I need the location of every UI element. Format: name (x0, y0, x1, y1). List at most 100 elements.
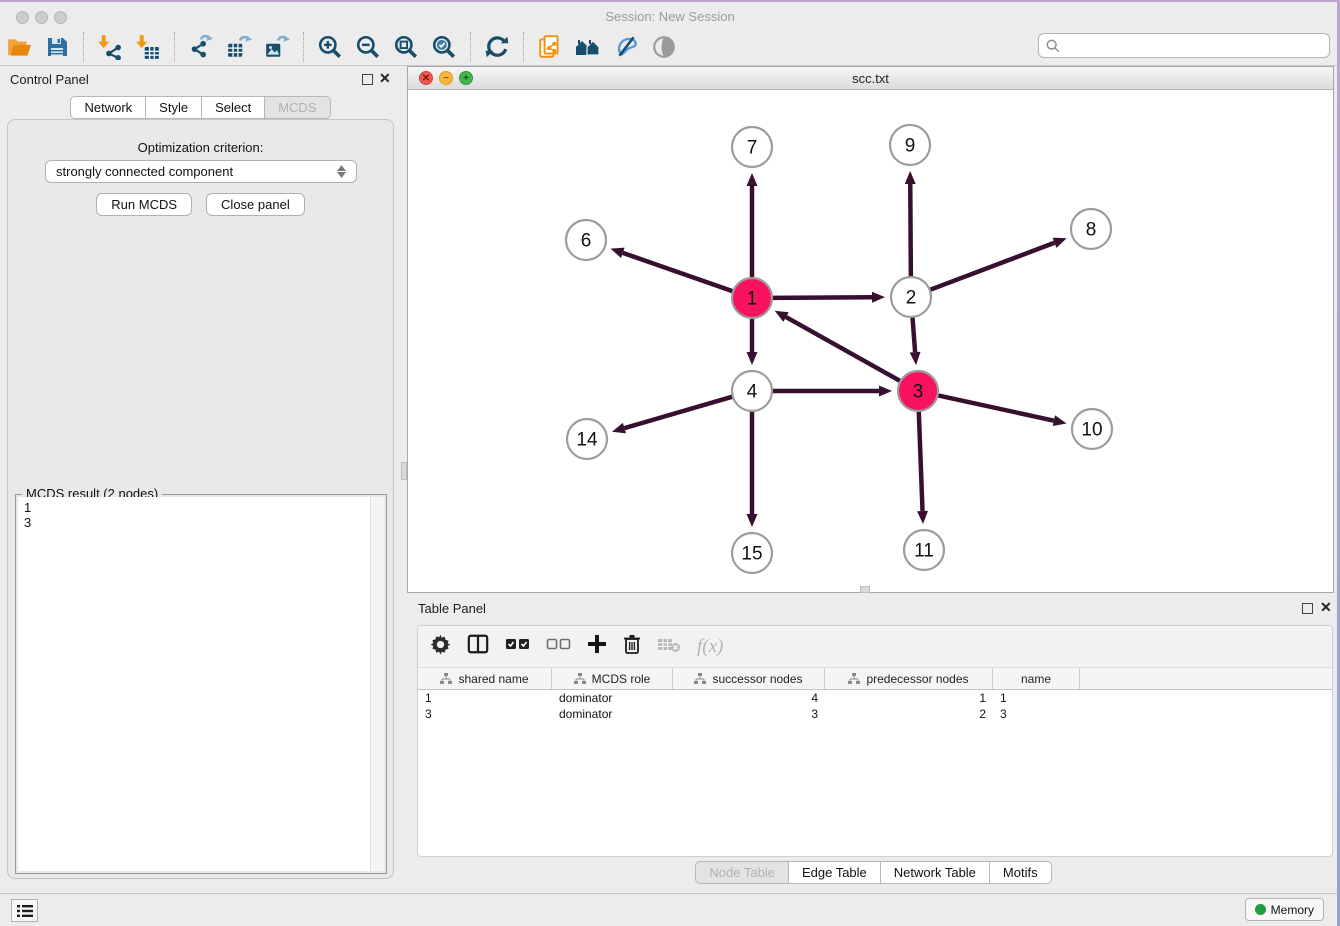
tab-edge-table[interactable]: Edge Table (789, 861, 881, 884)
tab-motifs[interactable]: Motifs (990, 861, 1052, 884)
tab-network-table[interactable]: Network Table (881, 861, 990, 884)
import-table-icon[interactable] (133, 32, 163, 62)
network-window-titlebar[interactable]: ✕ − + scc.txt (408, 67, 1333, 90)
memory-button[interactable]: Memory (1245, 898, 1324, 921)
graph-edge-2-9[interactable] (910, 184, 911, 277)
memory-label: Memory (1271, 903, 1314, 917)
task-history-button[interactable] (11, 899, 38, 922)
network-graph[interactable]: 7968124314101511 (408, 90, 1333, 592)
import-network-icon[interactable] (95, 32, 125, 62)
zoom-in-icon[interactable] (315, 32, 345, 62)
column-layout-icon[interactable] (467, 633, 489, 660)
export-image-icon[interactable] (262, 32, 292, 62)
mcds-result-list[interactable]: 1 3 (18, 497, 370, 871)
delete-column-trash-icon[interactable] (623, 634, 641, 659)
search-box[interactable] (1038, 33, 1330, 58)
search-input[interactable] (1065, 38, 1329, 53)
cell-mcds-role[interactable]: dominator (552, 706, 673, 722)
column-header-shared-name[interactable]: shared name (418, 668, 552, 689)
graph-node-label-7: 7 (747, 138, 758, 159)
mcds-panel: Optimization criterion: strongly connect… (7, 119, 394, 879)
column-label: MCDS role (592, 672, 651, 686)
table-settings-gear-icon[interactable] (430, 634, 451, 660)
toolbar-separator (83, 32, 84, 62)
close-table-panel-icon[interactable]: ✕ (1320, 600, 1332, 614)
graph-node-label-1: 1 (747, 289, 758, 310)
float-table-panel-icon[interactable] (1302, 603, 1313, 614)
graph-node-label-11: 11 (914, 541, 934, 562)
cell-successor-nodes[interactable]: 3 (673, 706, 825, 722)
cell-predecessor-nodes[interactable]: 1 (825, 690, 993, 706)
cell-name[interactable]: 1 (993, 690, 1080, 706)
network-canvas[interactable]: 7968124314101511 (408, 90, 1333, 592)
graph-edge-1-6[interactable] (623, 253, 733, 292)
result-scrollbar[interactable] (370, 497, 384, 871)
table-row[interactable]: 1 dominator 4 1 1 (418, 690, 1332, 706)
graph-node-label-10: 10 (1081, 420, 1102, 441)
open-session-icon[interactable] (4, 32, 34, 62)
table-row[interactable]: 3 dominator 3 2 3 (418, 706, 1332, 722)
graph-edge-2-3[interactable] (912, 317, 915, 352)
add-column-plus-icon[interactable] (587, 634, 607, 659)
tab-style[interactable]: Style (146, 96, 202, 119)
export-network-icon[interactable] (186, 32, 216, 62)
zoom-out-icon[interactable] (353, 32, 383, 62)
cell-successor-nodes[interactable]: 4 (673, 690, 825, 706)
graph-edge-1-2[interactable] (772, 297, 872, 298)
tab-select[interactable]: Select (202, 96, 265, 119)
hierarchy-icon (574, 673, 586, 685)
app-title: Session: New Session (0, 9, 1340, 24)
graph-node-label-9: 9 (905, 136, 916, 157)
table-toolbar: f(x) (418, 626, 1332, 668)
mcds-result-box: MCDS result (2 nodes) 1 3 (15, 494, 387, 874)
status-bar: Memory (0, 893, 1340, 926)
column-header-predecessor-nodes[interactable]: predecessor nodes (825, 668, 993, 689)
delete-table-icon (657, 636, 681, 658)
cell-shared-name[interactable]: 3 (418, 706, 552, 722)
save-session-icon[interactable] (42, 32, 72, 62)
horizontal-splitter-handle[interactable] (860, 586, 870, 593)
graph-node-label-6: 6 (581, 231, 592, 252)
cell-name[interactable]: 3 (993, 706, 1080, 722)
show-all-networks-icon[interactable] (573, 32, 603, 62)
graph-edge-2-8[interactable] (930, 243, 1055, 290)
control-panel: Control Panel ✕ Network Style Select MCD… (0, 66, 401, 888)
graph-edge-3-11[interactable] (919, 411, 923, 511)
tab-node-table[interactable]: Node Table (695, 861, 789, 884)
zoom-selected-icon[interactable] (429, 32, 459, 62)
column-label: successor nodes (712, 672, 802, 686)
unselect-all-icon[interactable] (546, 636, 571, 657)
zoom-fit-icon[interactable] (391, 32, 421, 62)
graph-node-label-14: 14 (576, 430, 598, 451)
hide-panels-eye-icon[interactable] (649, 32, 679, 62)
criterion-dropdown[interactable]: strongly connected component (45, 160, 357, 183)
close-panel-button[interactable]: Close panel (206, 193, 305, 216)
select-all-icon[interactable] (505, 636, 530, 657)
close-panel-icon[interactable]: ✕ (379, 71, 391, 85)
cell-predecessor-nodes[interactable]: 2 (825, 706, 993, 722)
graph-edge-4-14[interactable] (624, 397, 732, 429)
graph-edge-arrowhead (917, 511, 928, 524)
chevron-updown-icon (337, 165, 346, 178)
column-header-successor-nodes[interactable]: successor nodes (673, 668, 825, 689)
column-header-mcds-role[interactable]: MCDS role (552, 668, 673, 689)
clone-network-icon[interactable] (535, 32, 565, 62)
cell-mcds-role[interactable]: dominator (552, 690, 673, 706)
control-panel-title: Control Panel (10, 72, 89, 87)
apply-layout-icon[interactable] (482, 32, 512, 62)
graph-edge-3-10[interactable] (938, 395, 1054, 420)
graph-edge-arrowhead (611, 248, 625, 258)
graphics-details-icon[interactable] (611, 32, 641, 62)
hierarchy-icon (694, 673, 706, 685)
run-mcds-button[interactable]: Run MCDS (96, 193, 192, 216)
float-panel-icon[interactable] (362, 74, 373, 85)
tab-mcds[interactable]: MCDS (265, 96, 330, 119)
toolbar-separator (470, 32, 471, 62)
graph-edge-3-1[interactable] (786, 317, 901, 381)
tab-network[interactable]: Network (70, 96, 146, 119)
cell-shared-name[interactable]: 1 (418, 690, 552, 706)
search-icon (1046, 39, 1060, 53)
graph-edge-arrowhead (872, 292, 885, 303)
export-table-icon[interactable] (224, 32, 254, 62)
column-header-name[interactable]: name (993, 668, 1080, 689)
